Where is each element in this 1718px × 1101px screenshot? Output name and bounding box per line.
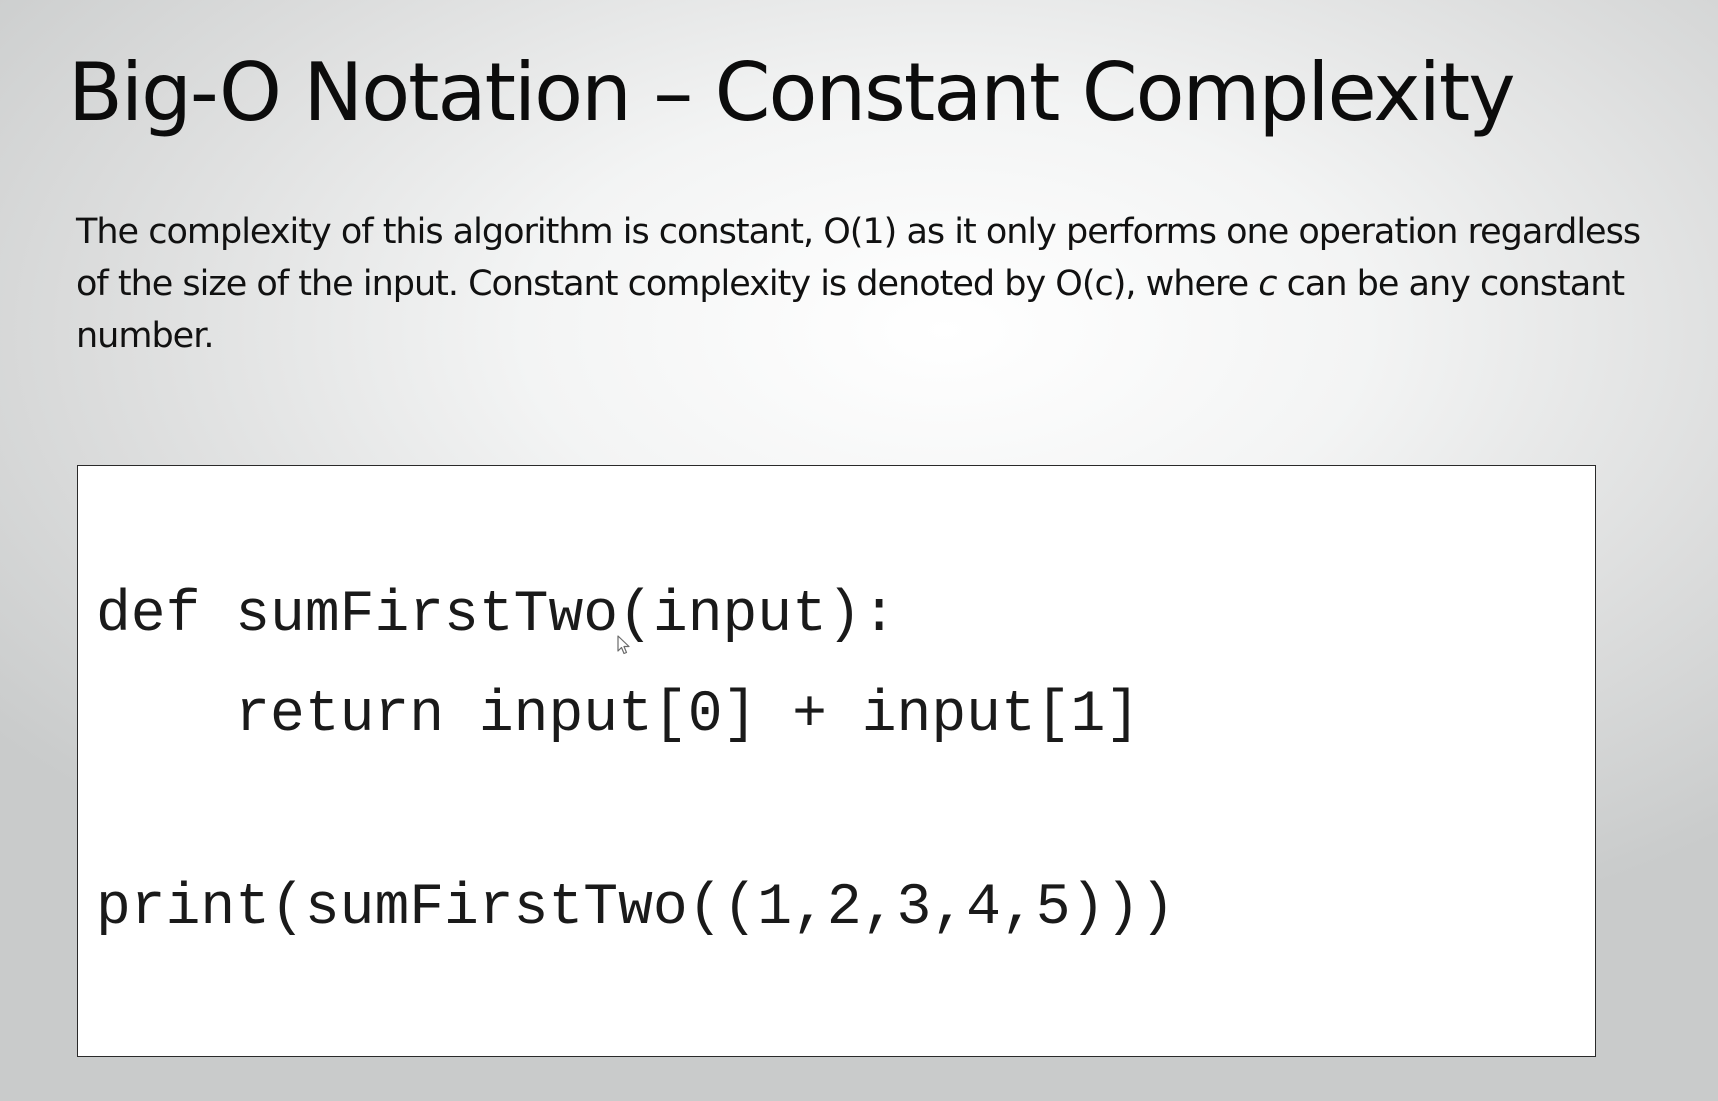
- slide-title: Big-O Notation – Constant Complexity: [68, 46, 1516, 139]
- code-line-print: print(sumFirstTwo((1,2,3,4,5))): [96, 876, 1175, 941]
- code-line-return: return input[0] + input[1]: [96, 683, 1141, 748]
- mouse-pointer-icon: [617, 635, 630, 655]
- constant-variable: c: [1258, 264, 1277, 304]
- code-line-def: def sumFirstTwo(input):: [96, 583, 897, 648]
- slide-body-text: The complexity of this algorithm is cons…: [76, 206, 1656, 362]
- code-block: def sumFirstTwo(input): return input[0] …: [77, 465, 1596, 1057]
